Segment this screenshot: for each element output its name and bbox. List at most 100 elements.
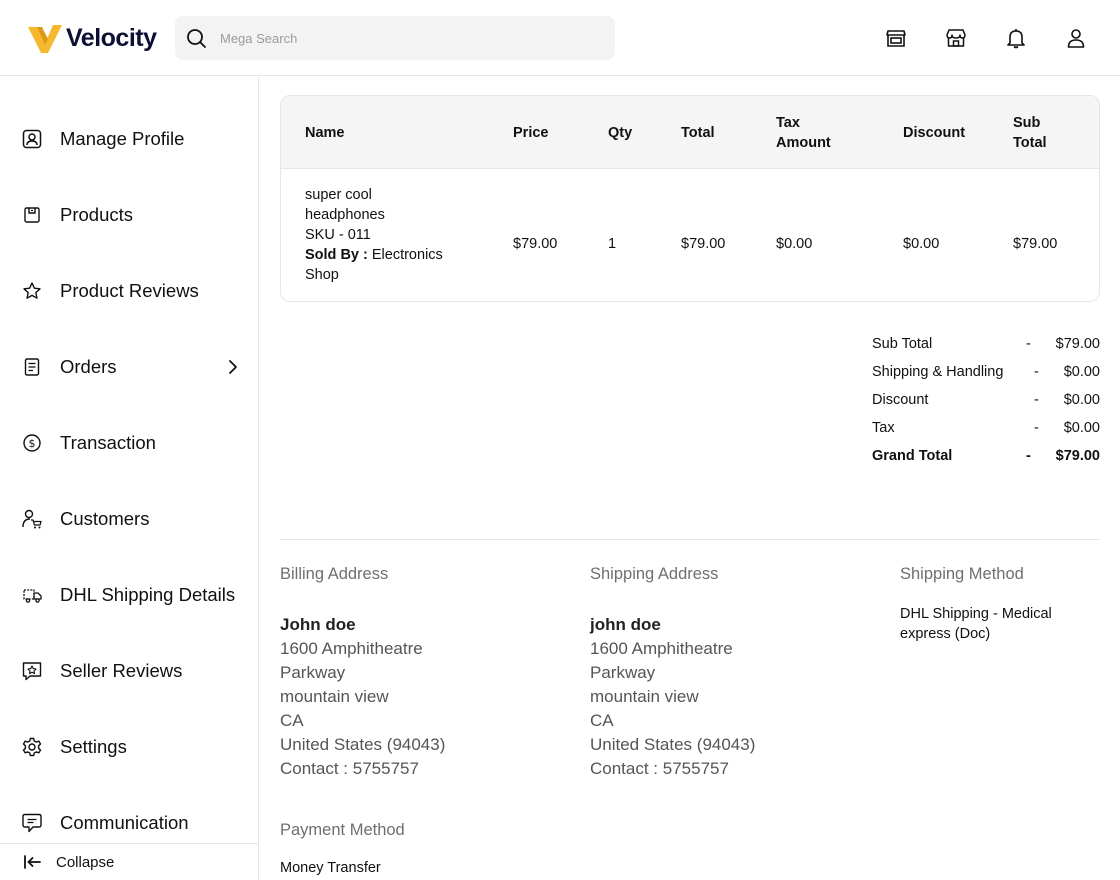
summary-label: Grand Total <box>872 448 953 464</box>
section-divider <box>280 539 1100 540</box>
shipping-method-line2: express (Doc) <box>900 626 991 642</box>
chevron-right-icon <box>229 360 237 374</box>
box-icon <box>21 204 43 226</box>
column-header-tax-line2: Amount <box>776 134 831 151</box>
dollar-icon: $ <box>21 432 43 454</box>
summary-label: Sub Total <box>872 336 933 352</box>
tax-amount-cell: $0.00 <box>776 236 813 252</box>
shipping-method-value: DHL Shipping - Medical express (Doc) <box>900 604 1100 644</box>
column-header-sub-total: Sub Total <box>1013 96 1047 169</box>
summary-separator: - <box>1034 420 1039 436</box>
summary-row-tax: Tax - $0.00 <box>872 420 1100 444</box>
collapse-button[interactable]: Collapse <box>0 843 258 880</box>
search-input[interactable] <box>220 30 600 46</box>
customers-icon <box>21 508 43 530</box>
review-icon <box>21 660 43 682</box>
shop-icon[interactable] <box>944 26 968 50</box>
payment-method-value: Money Transfer <box>280 860 381 876</box>
discount-cell: $0.00 <box>903 236 940 252</box>
chat-icon <box>21 812 43 834</box>
shipping-method-line1: DHL Shipping - Medical <box>900 606 1052 622</box>
sidebar-item-label: DHL Shipping Details <box>60 584 236 605</box>
column-header-name: Name <box>305 124 345 141</box>
product-sku: SKU - 011 <box>305 227 371 243</box>
sidebar-item-label: Customers <box>60 508 150 529</box>
summary-value: $79.00 <box>1055 336 1100 352</box>
table-header: Name Price Qty Total Tax Amount Discount … <box>281 96 1099 169</box>
billing-city: mountain view <box>280 687 389 706</box>
sidebar-item-seller-reviews[interactable]: Seller Reviews <box>0 651 258 691</box>
column-header-sub-line1: Sub <box>1013 114 1041 131</box>
bell-icon[interactable] <box>1004 26 1028 50</box>
summary-value: $0.00 <box>1063 392 1100 408</box>
top-header: Velocity <box>0 0 1120 76</box>
sidebar-item-communication[interactable]: Communication <box>0 803 258 843</box>
summary-row-shipping: Shipping & Handling - $0.00 <box>872 364 1100 388</box>
sold-by-label: Sold By : <box>305 247 368 263</box>
payment-method-title: Payment Method <box>280 821 405 839</box>
column-header-price: Price <box>513 124 549 141</box>
column-header-discount: Discount <box>903 124 966 141</box>
shipping-line2: Parkway <box>590 663 656 682</box>
column-header-total: Total <box>681 124 715 141</box>
sidebar-item-products[interactable]: Products <box>0 195 258 235</box>
billing-name: John doe <box>280 615 356 634</box>
shipping-line1: 1600 Amphitheatre <box>590 639 733 658</box>
sidebar-item-label: Orders <box>60 356 117 377</box>
shipping-name: john doe <box>590 615 661 634</box>
summary-value: $0.00 <box>1063 420 1100 436</box>
sidebar-item-label: Products <box>60 204 134 225</box>
shipping-address: john doe 1600 Amphitheatre Parkway mount… <box>590 613 755 781</box>
shipping-address-title: Shipping Address <box>590 565 719 583</box>
product-cell: super cool headphones SKU - 011 Sold By … <box>305 185 485 285</box>
store-icon[interactable] <box>884 26 908 50</box>
sub-total-cell: $79.00 <box>1013 236 1058 252</box>
brand-logo[interactable]: Velocity <box>28 22 157 54</box>
sidebar-item-customers[interactable]: Customers <box>0 499 258 539</box>
billing-contact: Contact : 5755757 <box>280 759 419 778</box>
billing-line2: Parkway <box>280 663 346 682</box>
velocity-logo-icon <box>28 25 62 53</box>
total-cell: $79.00 <box>681 236 726 252</box>
collapse-arrow-icon <box>24 855 41 869</box>
svg-text:$: $ <box>29 437 36 450</box>
sidebar-item-product-reviews[interactable]: Product Reviews <box>0 271 258 311</box>
price-cell: $79.00 <box>513 236 558 252</box>
summary-separator: - <box>1034 364 1039 380</box>
summary-row-discount: Discount - $0.00 <box>872 392 1100 416</box>
sidebar: Manage Profile Products Product Reviews … <box>0 77 259 880</box>
summary-row-sub-total: Sub Total - $79.00 <box>872 336 1100 360</box>
user-icon[interactable] <box>1064 26 1088 50</box>
sidebar-item-transaction[interactable]: $ Transaction <box>0 423 258 463</box>
column-header-tax-amount: Tax Amount <box>776 96 831 169</box>
summary-separator: - <box>1026 448 1031 464</box>
sidebar-item-label: Seller Reviews <box>60 660 183 681</box>
summary-row-grand-total: Grand Total - $79.00 <box>872 448 1100 472</box>
sidebar-item-dhl-shipping-details[interactable]: DHL Shipping Details <box>0 575 258 615</box>
search-icon <box>187 29 206 48</box>
shipping-city: mountain view <box>590 687 699 706</box>
gear-icon <box>21 736 43 758</box>
summary-separator: - <box>1026 336 1031 352</box>
shipping-method-title: Shipping Method <box>900 565 1024 583</box>
seller-name-line1: Electronics <box>367 247 443 263</box>
column-header-tax-line1: Tax <box>776 114 800 131</box>
sidebar-item-label: Manage Profile <box>60 128 185 149</box>
truck-icon <box>21 584 43 606</box>
sidebar-item-orders[interactable]: Orders <box>0 347 258 387</box>
orders-icon <box>21 356 43 378</box>
sidebar-item-label: Settings <box>60 736 127 757</box>
sidebar-item-settings[interactable]: Settings <box>0 727 258 767</box>
mega-search-bar[interactable] <box>175 16 615 60</box>
summary-label: Shipping & Handling <box>872 364 1004 380</box>
star-icon <box>21 280 43 302</box>
column-header-qty: Qty <box>608 124 633 141</box>
summary-separator: - <box>1034 392 1039 408</box>
billing-country: United States (94043) <box>280 735 446 754</box>
column-header-sub-line2: Total <box>1013 134 1047 151</box>
shipping-contact: Contact : 5755757 <box>590 759 729 778</box>
sidebar-item-manage-profile[interactable]: Manage Profile <box>0 119 258 159</box>
product-name-line1: super cool <box>305 187 372 203</box>
shipping-state: CA <box>590 711 614 730</box>
product-name-line2: headphones <box>305 207 385 223</box>
